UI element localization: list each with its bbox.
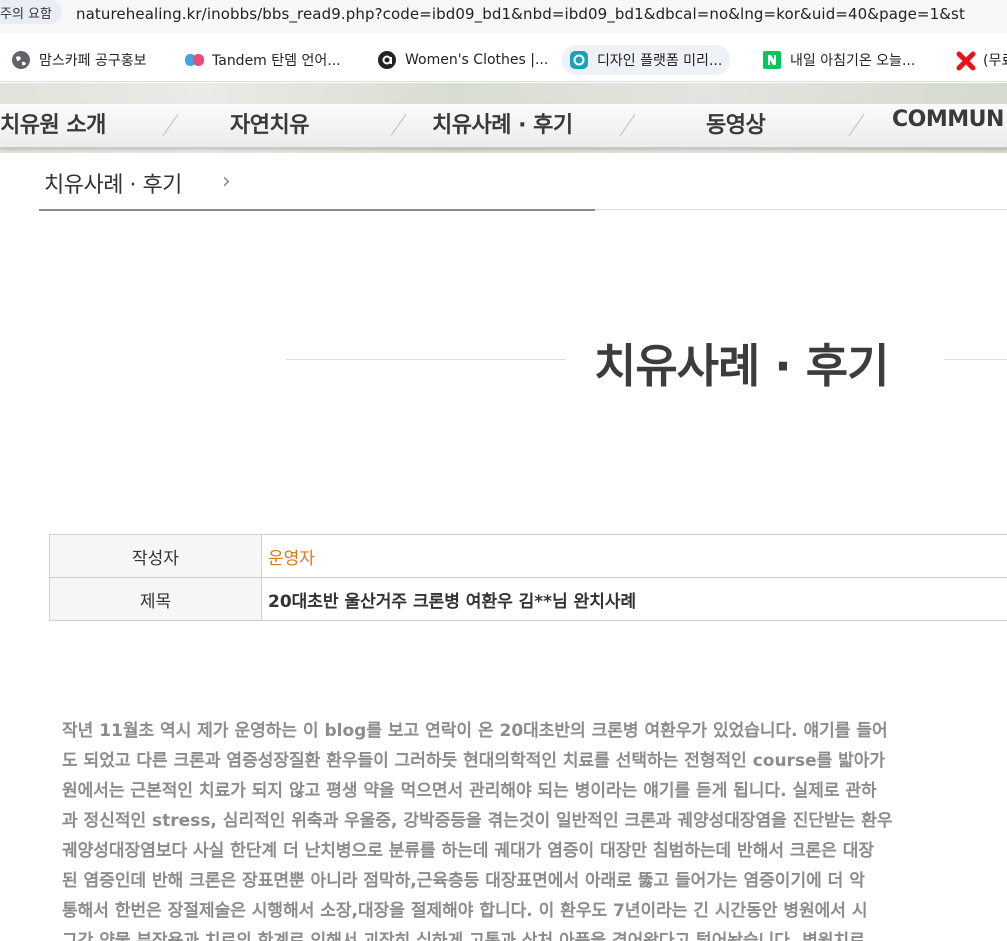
bookmark-free[interactable]: (무료 [948, 45, 1007, 75]
post-info-table: 작성자 운영자 제목 20대초반 울산거주 크론병 여환우 김**님 완치사례 [49, 534, 1007, 621]
breadcrumb-divider [595, 209, 1007, 210]
content-line: 그간 약물 부작용과 치료의 한계로 인해서 괴장히 심하게 고통과 상처 아픔… [62, 931, 865, 941]
subject-value: 20대초반 울산거주 크론병 여환우 김**님 완치사례 [261, 577, 1007, 621]
miri-icon [570, 51, 588, 69]
bookmark-label: 디자인 플랫폼 미리... [597, 53, 723, 69]
bookmark-womens-clothes[interactable]: Women's Clothes |... [370, 45, 556, 75]
bookmark-design-platform[interactable]: 디자인 플랫폼 미리... [562, 45, 731, 75]
title-rule-right [944, 359, 1007, 360]
naver-icon [763, 51, 781, 69]
table-row: 제목 20대초반 울산거주 크론병 여환우 김**님 완치사례 [49, 577, 1007, 621]
page-title: 치유사례 · 후기 [594, 339, 889, 393]
breadcrumb[interactable]: 치유사례 · 후기 [44, 167, 182, 199]
nav-item-healing-cases[interactable]: 치유사례 · 후기 [432, 107, 573, 139]
nav-separator [619, 114, 636, 136]
bookmark-label: 맘스카페 공구홍보 [39, 53, 147, 69]
content-line: 과 정신적인 stress, 심리적인 위축과 우울증, 강박증등을 겪는것이 … [62, 811, 893, 831]
post-content: 작년 11월초 역시 제가 운영하는 이 blog를 보고 연락이 온 20대초… [62, 716, 1007, 941]
table-row: 작성자 운영자 [49, 534, 1007, 578]
bookmark-label: Women's Clothes |... [405, 52, 549, 68]
url-field[interactable]: naturehealing.kr/inobbs/bbs_read9.php?co… [76, 5, 965, 23]
address-bar-row: 주의 요함 naturehealing.kr/inobbs/bbs_read9.… [0, 0, 1007, 33]
x-icon [956, 51, 976, 71]
nav-item-community[interactable]: COMMUN [892, 107, 1004, 132]
title-rule-left [286, 359, 566, 360]
nav-item-about[interactable]: 치유원 소개 [0, 107, 106, 139]
bookmarks-bar: 맘스카페 공구홍보 Tandem 탄뎀 언어... Women's Clothe… [0, 36, 1007, 82]
writer-value: 운영자 [261, 534, 1007, 578]
bookmark-momscafe[interactable]: 맘스카페 공구홍보 [4, 45, 155, 75]
content-line: 궤양성대장염보다 사실 한단계 더 난치병으로 분류를 하는데 궤대가 염증이 … [62, 841, 875, 861]
bookmark-weather[interactable]: 내일 아침기온 오늘... [755, 45, 923, 75]
tandem-icon [185, 51, 204, 69]
content-line: 도 되었고 다른 크론과 염증성장질환 환우들이 그러하듯 현대의학적인 치료를… [62, 751, 886, 771]
nav-item-natural-healing[interactable]: 자연치유 [230, 107, 309, 139]
subject-label: 제목 [49, 577, 262, 621]
content-line: 통해서 한번은 장절제술은 시행해서 소장,대장을 절제해야 합니다. 이 환우… [62, 901, 868, 921]
content-line: 된 염증인데 반해 크론은 장표면뿐 아니라 점막하,근육층등 대장표면에서 아… [62, 871, 865, 891]
bookmark-label: Tandem 탄뎀 언어... [212, 53, 341, 69]
bookmark-label: (무료 [983, 53, 1007, 69]
security-warning-chip[interactable]: 주의 요함 [0, 0, 62, 24]
main-nav: 치유원 소개 자연치유 치유사례 · 후기 동영상 COMMUN [0, 104, 1007, 148]
chevron-right-icon[interactable]: › [222, 169, 231, 194]
writer-label: 작성자 [49, 534, 262, 578]
nav-separator [390, 114, 407, 136]
globe-icon [12, 51, 30, 69]
bookmark-label: 내일 아침기온 오늘... [790, 53, 916, 69]
nav-item-video[interactable]: 동영상 [706, 107, 766, 139]
content-line: 원에서는 근본적인 치료가 되지 않고 평생 약을 먹으면서 관리해야 되는 병… [62, 781, 877, 801]
a-logo-icon [378, 51, 396, 69]
content-line: 작년 11월초 역시 제가 운영하는 이 blog를 보고 연락이 온 20대초… [62, 721, 888, 741]
nav-separator [848, 114, 865, 136]
bookmark-tandem[interactable]: Tandem 탄뎀 언어... [177, 45, 349, 75]
breadcrumb-underline [39, 209, 595, 211]
nav-separator [162, 114, 179, 136]
